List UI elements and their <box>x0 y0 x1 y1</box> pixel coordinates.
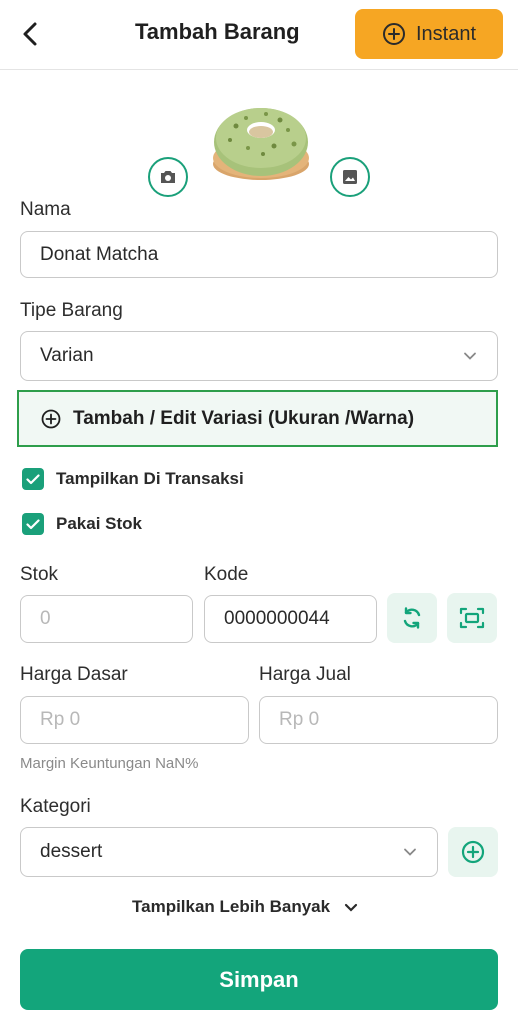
instant-button[interactable]: Instant <box>355 9 503 59</box>
chevron-down-icon <box>344 903 358 912</box>
instant-button-label: Instant <box>415 22 477 45</box>
refresh-icon <box>403 607 421 629</box>
sell-price-placeholder: Rp 0 <box>279 709 320 730</box>
stock-placeholder: 0 <box>40 608 51 629</box>
use-stock-checkbox[interactable]: Pakai Stok <box>22 513 142 535</box>
chevron-left-icon <box>23 22 37 46</box>
category-select[interactable]: dessert <box>20 827 438 877</box>
show-in-transactions-checkbox[interactable]: Tampilkan Di Transaksi <box>22 468 244 490</box>
variant-button-label: Tambah / Edit Variasi (Ukuran /Warna) <box>73 407 415 429</box>
chevron-down-icon <box>464 352 476 360</box>
margin-hint: Margin Keuntungan NaN% <box>20 755 199 772</box>
item-type-select[interactable]: Varian <box>20 331 498 381</box>
app-header: Tambah Barang Instant <box>0 0 518 70</box>
checkbox-checked <box>22 513 44 535</box>
name-label: Nama <box>20 199 71 220</box>
plus-circle-icon <box>41 409 61 428</box>
code-input[interactable]: 0000000044 <box>204 595 377 643</box>
add-category-button[interactable] <box>448 827 498 877</box>
gallery-button[interactable] <box>330 157 370 197</box>
plus-circle-icon <box>461 840 485 864</box>
sell-price-input[interactable]: Rp 0 <box>259 696 498 744</box>
scan-barcode-button[interactable] <box>447 593 497 643</box>
check-icon <box>26 518 40 529</box>
chevron-down-icon <box>404 848 416 856</box>
checkbox-checked <box>22 468 44 490</box>
page-title: Tambah Barang <box>135 19 300 44</box>
category-value: dessert <box>40 841 103 862</box>
show-more-label: Tampilkan Lebih Banyak <box>132 897 331 916</box>
camera-button[interactable] <box>148 157 188 197</box>
code-value: 0000000044 <box>224 608 330 629</box>
base-price-input[interactable]: Rp 0 <box>20 696 249 744</box>
name-input[interactable]: Donat Matcha <box>20 231 498 278</box>
stock-input[interactable]: 0 <box>20 595 193 643</box>
name-value: Donat Matcha <box>40 243 159 265</box>
stock-label: Stok <box>20 564 59 585</box>
item-type-label: Tipe Barang <box>20 300 123 321</box>
show-in-transactions-label: Tampilkan Di Transaksi <box>56 469 244 488</box>
add-edit-variant-button[interactable]: Tambah / Edit Variasi (Ukuran /Warna) <box>17 390 498 447</box>
save-button-label: Simpan <box>219 966 299 992</box>
save-button[interactable]: Simpan <box>20 949 498 1010</box>
use-stock-label: Pakai Stok <box>56 514 142 533</box>
camera-icon <box>161 171 175 183</box>
scan-icon <box>459 607 485 629</box>
plus-circle-icon <box>382 23 405 45</box>
item-type-value: Varian <box>40 345 94 366</box>
back-button[interactable] <box>12 14 48 54</box>
image-icon <box>343 170 357 184</box>
show-more-toggle[interactable]: Tampilkan Lebih Banyak <box>132 897 358 917</box>
category-label: Kategori <box>20 796 91 817</box>
base-price-label: Harga Dasar <box>20 664 128 685</box>
base-price-placeholder: Rp 0 <box>40 709 81 730</box>
check-icon <box>26 473 40 484</box>
code-label: Kode <box>204 564 249 585</box>
product-photo[interactable] <box>208 96 314 186</box>
regenerate-code-button[interactable] <box>387 593 437 643</box>
sell-price-label: Harga Jual <box>259 664 351 685</box>
